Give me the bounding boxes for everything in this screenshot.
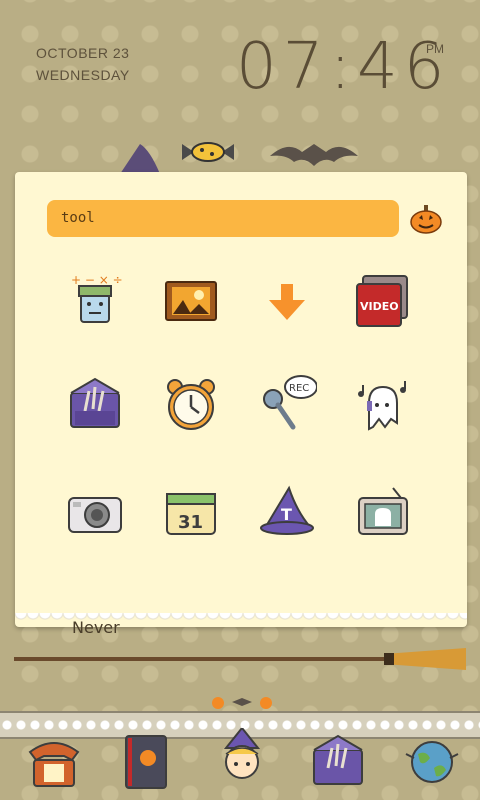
widget-text: Never [72, 618, 120, 637]
witch-hat-icon [120, 144, 160, 174]
camera-icon [68, 497, 122, 533]
pumpkin-icon[interactable] [410, 204, 442, 234]
broom-icon [14, 648, 466, 670]
calculator-icon: + − × ÷ [71, 273, 123, 323]
clock-ampm: PM [426, 42, 444, 56]
radio-icon [358, 487, 408, 535]
gallery-icon [165, 281, 217, 321]
app-item[interactable]: REC [235, 367, 335, 467]
weekday-label: WEDNESDAY [36, 67, 130, 83]
alarm-clock-icon [167, 379, 215, 430]
app-item[interactable] [235, 262, 335, 362]
app-item[interactable] [139, 367, 239, 467]
date-label: OCTOBER 23 [36, 45, 130, 61]
app-item[interactable] [331, 367, 431, 467]
app-item[interactable]: 31 [139, 474, 239, 574]
browser-icon[interactable] [402, 732, 462, 792]
svg-text:+ − × ÷: + − × ÷ [71, 273, 123, 287]
app-drawer-icon[interactable] [212, 728, 272, 788]
video-label: VIDEO [360, 300, 399, 313]
search-input[interactable]: tool [47, 200, 399, 237]
dock [0, 728, 480, 800]
music-icon [358, 381, 406, 431]
app-item[interactable] [43, 474, 143, 574]
app-item[interactable]: VIDEO [331, 262, 431, 362]
app-item[interactable] [331, 474, 431, 574]
theme-letter: T [281, 505, 292, 524]
calendar-icon: 31 [166, 493, 216, 535]
download-icon [269, 284, 305, 320]
app-item[interactable] [43, 367, 143, 467]
app-item[interactable] [139, 262, 239, 362]
calendar-date: 31 [178, 512, 203, 533]
clock-time[interactable]: 07:46 [236, 30, 450, 104]
email-icon [70, 377, 120, 428]
theme-icon: T [260, 485, 314, 535]
clock-date-widget[interactable]: OCTOBER 23 WEDNESDAY [36, 42, 130, 86]
candy-icon [182, 142, 234, 162]
app-search-panel: tool + − × ÷ VIDEO REC 31 T [15, 172, 467, 627]
app-item[interactable]: T [235, 474, 335, 574]
messages-icon[interactable] [308, 732, 368, 792]
bat-icon [270, 144, 358, 166]
voice-recorder-icon: REC [263, 375, 317, 430]
contacts-icon[interactable] [116, 732, 176, 792]
rec-label: REC [289, 383, 309, 394]
app-item[interactable]: + − × ÷ [43, 262, 143, 362]
pumpkins-bats-icon [212, 697, 272, 709]
phone-icon[interactable] [24, 732, 84, 792]
video-icon: VIDEO [356, 275, 408, 327]
